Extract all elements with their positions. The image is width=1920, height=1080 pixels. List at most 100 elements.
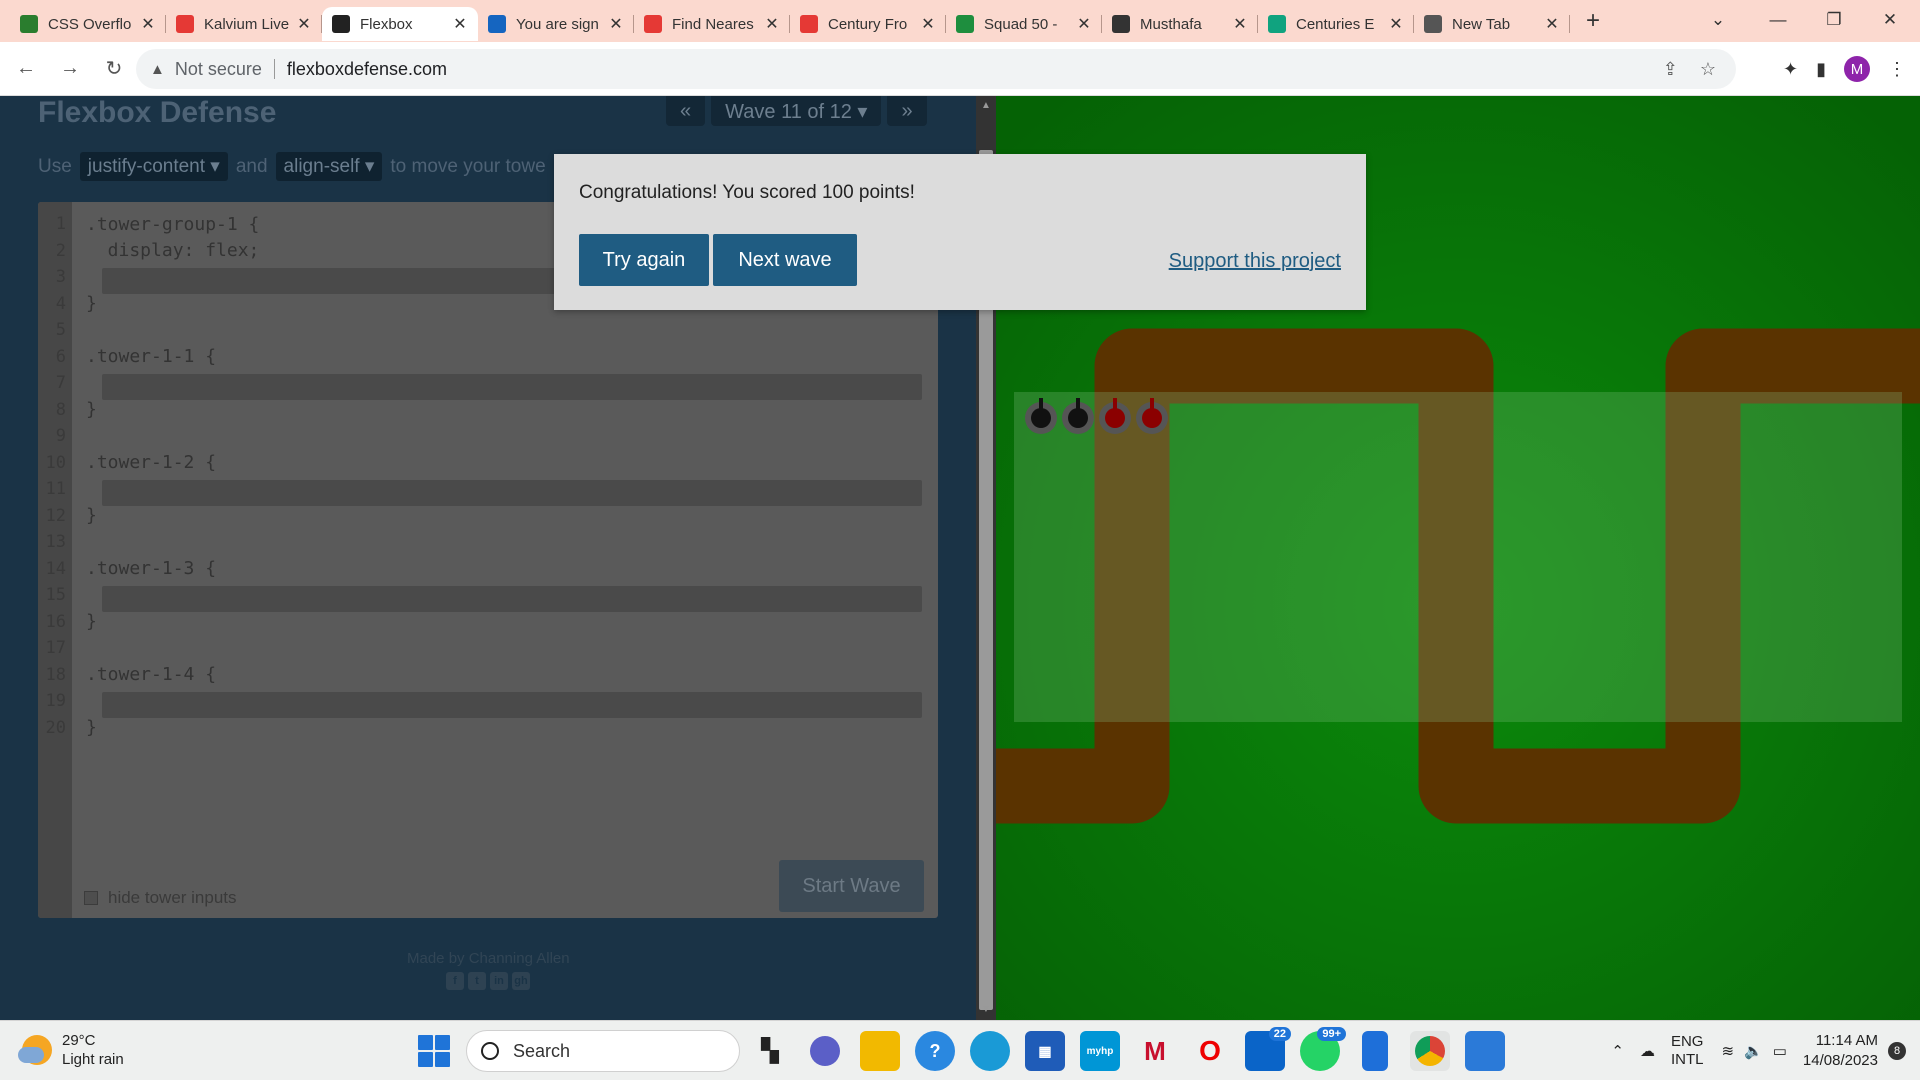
windows-start-icon[interactable] [418, 1035, 450, 1067]
forward-icon[interactable]: → [52, 51, 88, 87]
next-wave-button[interactable]: Next wave [713, 234, 857, 286]
hide-inputs-toggle[interactable]: hide tower inputs [84, 888, 237, 908]
notepad-icon[interactable] [1362, 1031, 1388, 1071]
scroll-down-icon[interactable]: ▼ [976, 1004, 996, 1015]
css-input[interactable] [102, 692, 922, 718]
social-link-icon[interactable]: t [468, 972, 486, 990]
align-self-code[interactable]: align-self ▾ [275, 152, 383, 181]
bookmark-star-icon[interactable]: ☆ [1700, 59, 1716, 80]
tab-list: CSS Overflo ✕ Kalvium Live ✕ Flexbox ✕ You are… [10, 1, 1570, 41]
result-message: Congratulations! You scored 100 points! [579, 182, 915, 203]
new-tab-button[interactable]: + [1578, 7, 1608, 35]
flexbox-icon [332, 15, 350, 33]
weather-widget[interactable]: 29°C Light rain [18, 1031, 124, 1069]
openai-icon [644, 15, 662, 33]
social-link-icon[interactable]: in [490, 972, 508, 990]
task-view-icon[interactable]: ▚ [750, 1031, 790, 1071]
line-number: 20 [45, 717, 66, 738]
back-icon[interactable]: ← [8, 51, 44, 87]
support-link[interactable]: Support this project [1169, 250, 1341, 273]
photos-icon[interactable] [1465, 1031, 1505, 1071]
w-icon [20, 15, 38, 33]
line-number: 4 [55, 293, 66, 314]
close-tab-icon[interactable]: ✕ [764, 14, 780, 34]
side-panel-icon[interactable]: ▮ [1816, 59, 1826, 80]
notion-icon [1112, 15, 1130, 33]
browser-tab[interactable]: Century Fro ✕ [790, 7, 946, 41]
whatsapp-icon[interactable]: 99+ [1300, 1027, 1346, 1071]
lang-code: ENG [1670, 1033, 1704, 1050]
show-hidden-icons[interactable]: ⌃ [1611, 1042, 1624, 1060]
start-wave-button[interactable]: Start Wave [779, 860, 924, 912]
teams-chat-icon[interactable] [810, 1036, 840, 1066]
battery-icon[interactable]: ▭ [1773, 1042, 1787, 1060]
next-wave-arrow[interactable]: » [887, 96, 927, 126]
language-indicator[interactable]: ENG INTL [1671, 1033, 1704, 1069]
chrome-icon[interactable] [1410, 1031, 1450, 1071]
close-tab-icon[interactable]: ✕ [296, 14, 312, 34]
myhp-icon[interactable]: myhp [1080, 1031, 1120, 1071]
clock[interactable]: 11:14 AM 14/08/2023 [1803, 1031, 1878, 1071]
css-input[interactable] [102, 374, 922, 400]
close-tab-icon[interactable]: ✕ [452, 14, 468, 34]
help-icon[interactable]: ? [915, 1031, 955, 1071]
tab-search-icon[interactable]: ⌄ [1690, 0, 1746, 40]
minimize-button[interactable]: — [1750, 0, 1806, 40]
share-icon[interactable]: ⇪ [1663, 59, 1678, 80]
browser-tab[interactable]: You are sign ✕ [478, 7, 634, 41]
close-tab-icon[interactable]: ✕ [608, 14, 624, 34]
store-icon[interactable]: ▦ [1025, 1031, 1065, 1071]
extensions-icon[interactable]: ✦ [1783, 59, 1798, 80]
browser-tab[interactable]: Centuries E ✕ [1258, 7, 1414, 41]
browser-tab[interactable]: New Tab ✕ [1414, 7, 1570, 41]
code-line: } [86, 611, 97, 632]
outlook-icon[interactable]: 22 [1245, 1027, 1291, 1071]
volume-icon[interactable]: 🔈 [1744, 1042, 1763, 1060]
opera-icon[interactable]: O [1190, 1031, 1230, 1071]
file-explorer-icon[interactable] [860, 1031, 900, 1071]
close-tab-icon[interactable]: ✕ [1232, 14, 1248, 34]
hide-inputs-checkbox[interactable] [84, 891, 98, 905]
reload-icon[interactable]: ↻ [96, 51, 132, 87]
edge-icon[interactable] [970, 1031, 1010, 1071]
css-input[interactable] [102, 586, 922, 612]
s-icon [488, 15, 506, 33]
taskbar-search[interactable]: Search [466, 1030, 740, 1072]
restore-button[interactable]: ❐ [1806, 0, 1862, 40]
instructions: Use justify-content ▾ and align-self ▾ t… [38, 152, 546, 181]
scroll-up-icon[interactable]: ▲ [976, 100, 996, 111]
try-again-button[interactable]: Try again [579, 234, 709, 286]
browser-tab[interactable]: Musthafa ✕ [1102, 7, 1258, 41]
close-tab-icon[interactable]: ✕ [1544, 14, 1560, 34]
menu-icon[interactable]: ⋮ [1888, 59, 1906, 80]
close-window-button[interactable]: ✕ [1862, 0, 1918, 40]
mcafee-icon[interactable]: M [1135, 1031, 1175, 1071]
notification-count[interactable]: 8 [1888, 1042, 1906, 1060]
pinned-apps: ▚ ? ▦ myhp M O 22 99+ [750, 1027, 1505, 1071]
close-tab-icon[interactable]: ✕ [140, 14, 156, 34]
onedrive-icon[interactable]: ☁ [1640, 1042, 1655, 1060]
browser-tab[interactable]: Flexbox ✕ [322, 7, 478, 41]
css-input[interactable] [102, 480, 922, 506]
profile-avatar[interactable]: M [1844, 56, 1870, 82]
prev-wave-button[interactable]: « [666, 96, 706, 126]
close-tab-icon[interactable]: ✕ [1076, 14, 1092, 34]
social-link-icon[interactable]: gh [512, 972, 530, 990]
search-placeholder: Search [513, 1040, 571, 1061]
browser-tab[interactable]: CSS Overflo ✕ [10, 7, 166, 41]
browser-tab[interactable]: Squad 50 - ✕ [946, 7, 1102, 41]
wave-selector[interactable]: Wave 11 of 12 ▾ [711, 96, 882, 126]
close-tab-icon[interactable]: ✕ [920, 14, 936, 34]
address-bar[interactable]: ▲ Not secure flexboxdefense.com ⇪ ☆ [136, 49, 1736, 89]
not-secure-label: Not secure [174, 58, 262, 79]
wifi-icon[interactable]: ≋ [1721, 1042, 1734, 1060]
social-link-icon[interactable]: f [446, 972, 464, 990]
browser-tab[interactable]: Kalvium Live ✕ [166, 7, 322, 41]
close-tab-icon[interactable]: ✕ [1388, 14, 1404, 34]
page-title: Flexbox Defense [38, 96, 277, 129]
browser-tab[interactable]: Find Neares ✕ [634, 7, 790, 41]
line-number: 17 [45, 638, 66, 658]
url-text[interactable]: flexboxdefense.com [287, 59, 447, 80]
justify-content-code[interactable]: justify-content ▾ [79, 152, 228, 181]
browser-toolbar: ← → ↻ ▲ Not secure flexboxdefense.com ⇪ … [0, 42, 1920, 96]
